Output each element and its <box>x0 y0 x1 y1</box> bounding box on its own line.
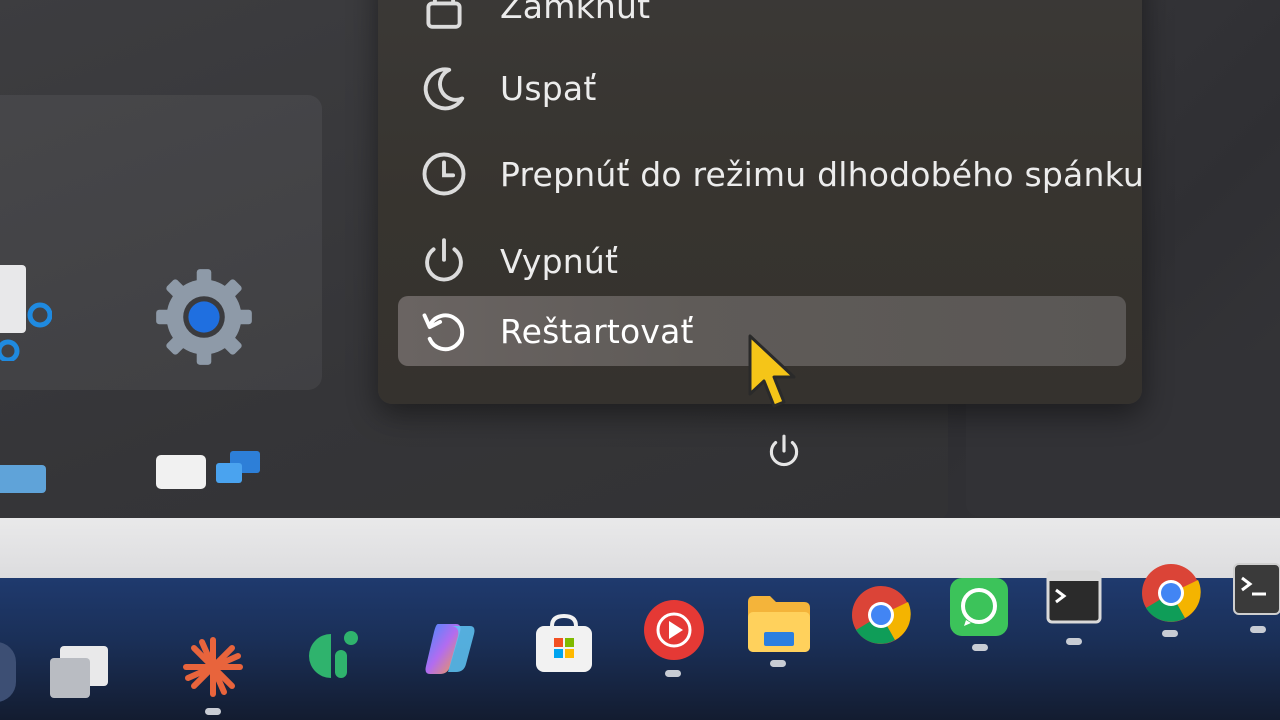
start-button-icon[interactable] <box>0 642 16 702</box>
menu-item-label: Vypnúť <box>500 241 619 281</box>
mouse-cursor-icon <box>742 332 802 412</box>
running-indicator <box>1162 630 1178 637</box>
menu-item-label: Zamknúť <box>500 0 651 26</box>
menu-item-shutdown[interactable]: Vypnúť <box>398 225 1126 297</box>
whatsapp-icon[interactable] <box>948 576 1010 638</box>
moon-icon <box>418 62 470 114</box>
running-indicator <box>972 644 988 651</box>
menu-item-hibernate[interactable]: Prepnúť do režimu dlhodobého spánku <box>398 138 1144 210</box>
remote-desktop-icon[interactable] <box>216 451 262 487</box>
claude-icon[interactable] <box>180 634 246 700</box>
task-view-icon[interactable] <box>48 642 114 708</box>
power-button[interactable] <box>758 426 810 478</box>
chrome-profile-icon[interactable] <box>1140 562 1202 624</box>
clock-icon <box>418 148 470 200</box>
file-explorer-icon[interactable] <box>746 592 812 654</box>
control-panel-icon[interactable] <box>0 265 53 363</box>
pinned-apps-area <box>0 95 322 493</box>
menu-item-label: Uspať <box>500 68 597 108</box>
restart-icon <box>418 305 470 357</box>
menu-item-label: Prepnúť do režimu dlhodobého spánku <box>500 154 1144 194</box>
app-green-icon[interactable] <box>305 626 365 686</box>
menu-item-label: Reštartovať <box>500 311 694 351</box>
running-indicator <box>665 670 681 677</box>
running-indicator <box>205 708 221 715</box>
microsoft-store-icon[interactable] <box>532 612 596 676</box>
running-indicator <box>770 660 786 667</box>
store-app-icon[interactable] <box>156 455 206 489</box>
power-icon <box>769 434 799 467</box>
running-indicator <box>1066 638 1082 645</box>
power-icon <box>418 235 470 287</box>
settings-icon[interactable] <box>152 265 256 369</box>
display-app-icon[interactable] <box>0 465 46 493</box>
youtube-music-icon[interactable] <box>642 598 706 662</box>
taskbar <box>0 563 1280 720</box>
chrome-icon[interactable] <box>850 584 912 646</box>
terminal-icon[interactable] <box>1232 562 1280 616</box>
running-indicator <box>1250 626 1266 633</box>
command-prompt-icon[interactable] <box>1046 570 1102 624</box>
lock-icon <box>418 0 470 32</box>
menu-item-sleep[interactable]: Uspať <box>398 52 1126 124</box>
copilot-icon[interactable] <box>420 618 482 680</box>
menu-item-lock[interactable]: Zamknúť <box>398 0 1126 42</box>
